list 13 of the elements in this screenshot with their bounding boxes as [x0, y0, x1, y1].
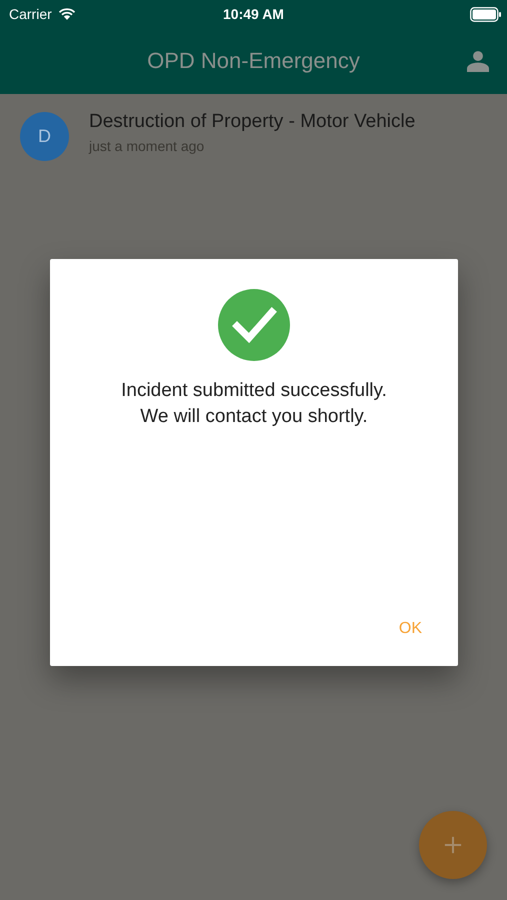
ok-button[interactable]: OK: [386, 614, 434, 644]
battery-icon: [470, 6, 502, 22]
dialog-message: We will contact you shortly.: [140, 405, 368, 429]
app-title: OPD Non-Emergency: [147, 48, 360, 74]
check-circle-icon: [218, 289, 290, 361]
avatar: D: [20, 112, 69, 161]
plus-icon: [444, 836, 462, 854]
incident-title: Destruction of Property - Motor Vehicle: [89, 111, 416, 133]
carrier-label: Carrier: [9, 6, 52, 22]
wifi-icon: [58, 7, 76, 21]
dialog-message: Incident submitted successfully.: [121, 379, 387, 403]
status-time: 10:49 AM: [223, 6, 284, 22]
account-icon[interactable]: [467, 50, 489, 72]
